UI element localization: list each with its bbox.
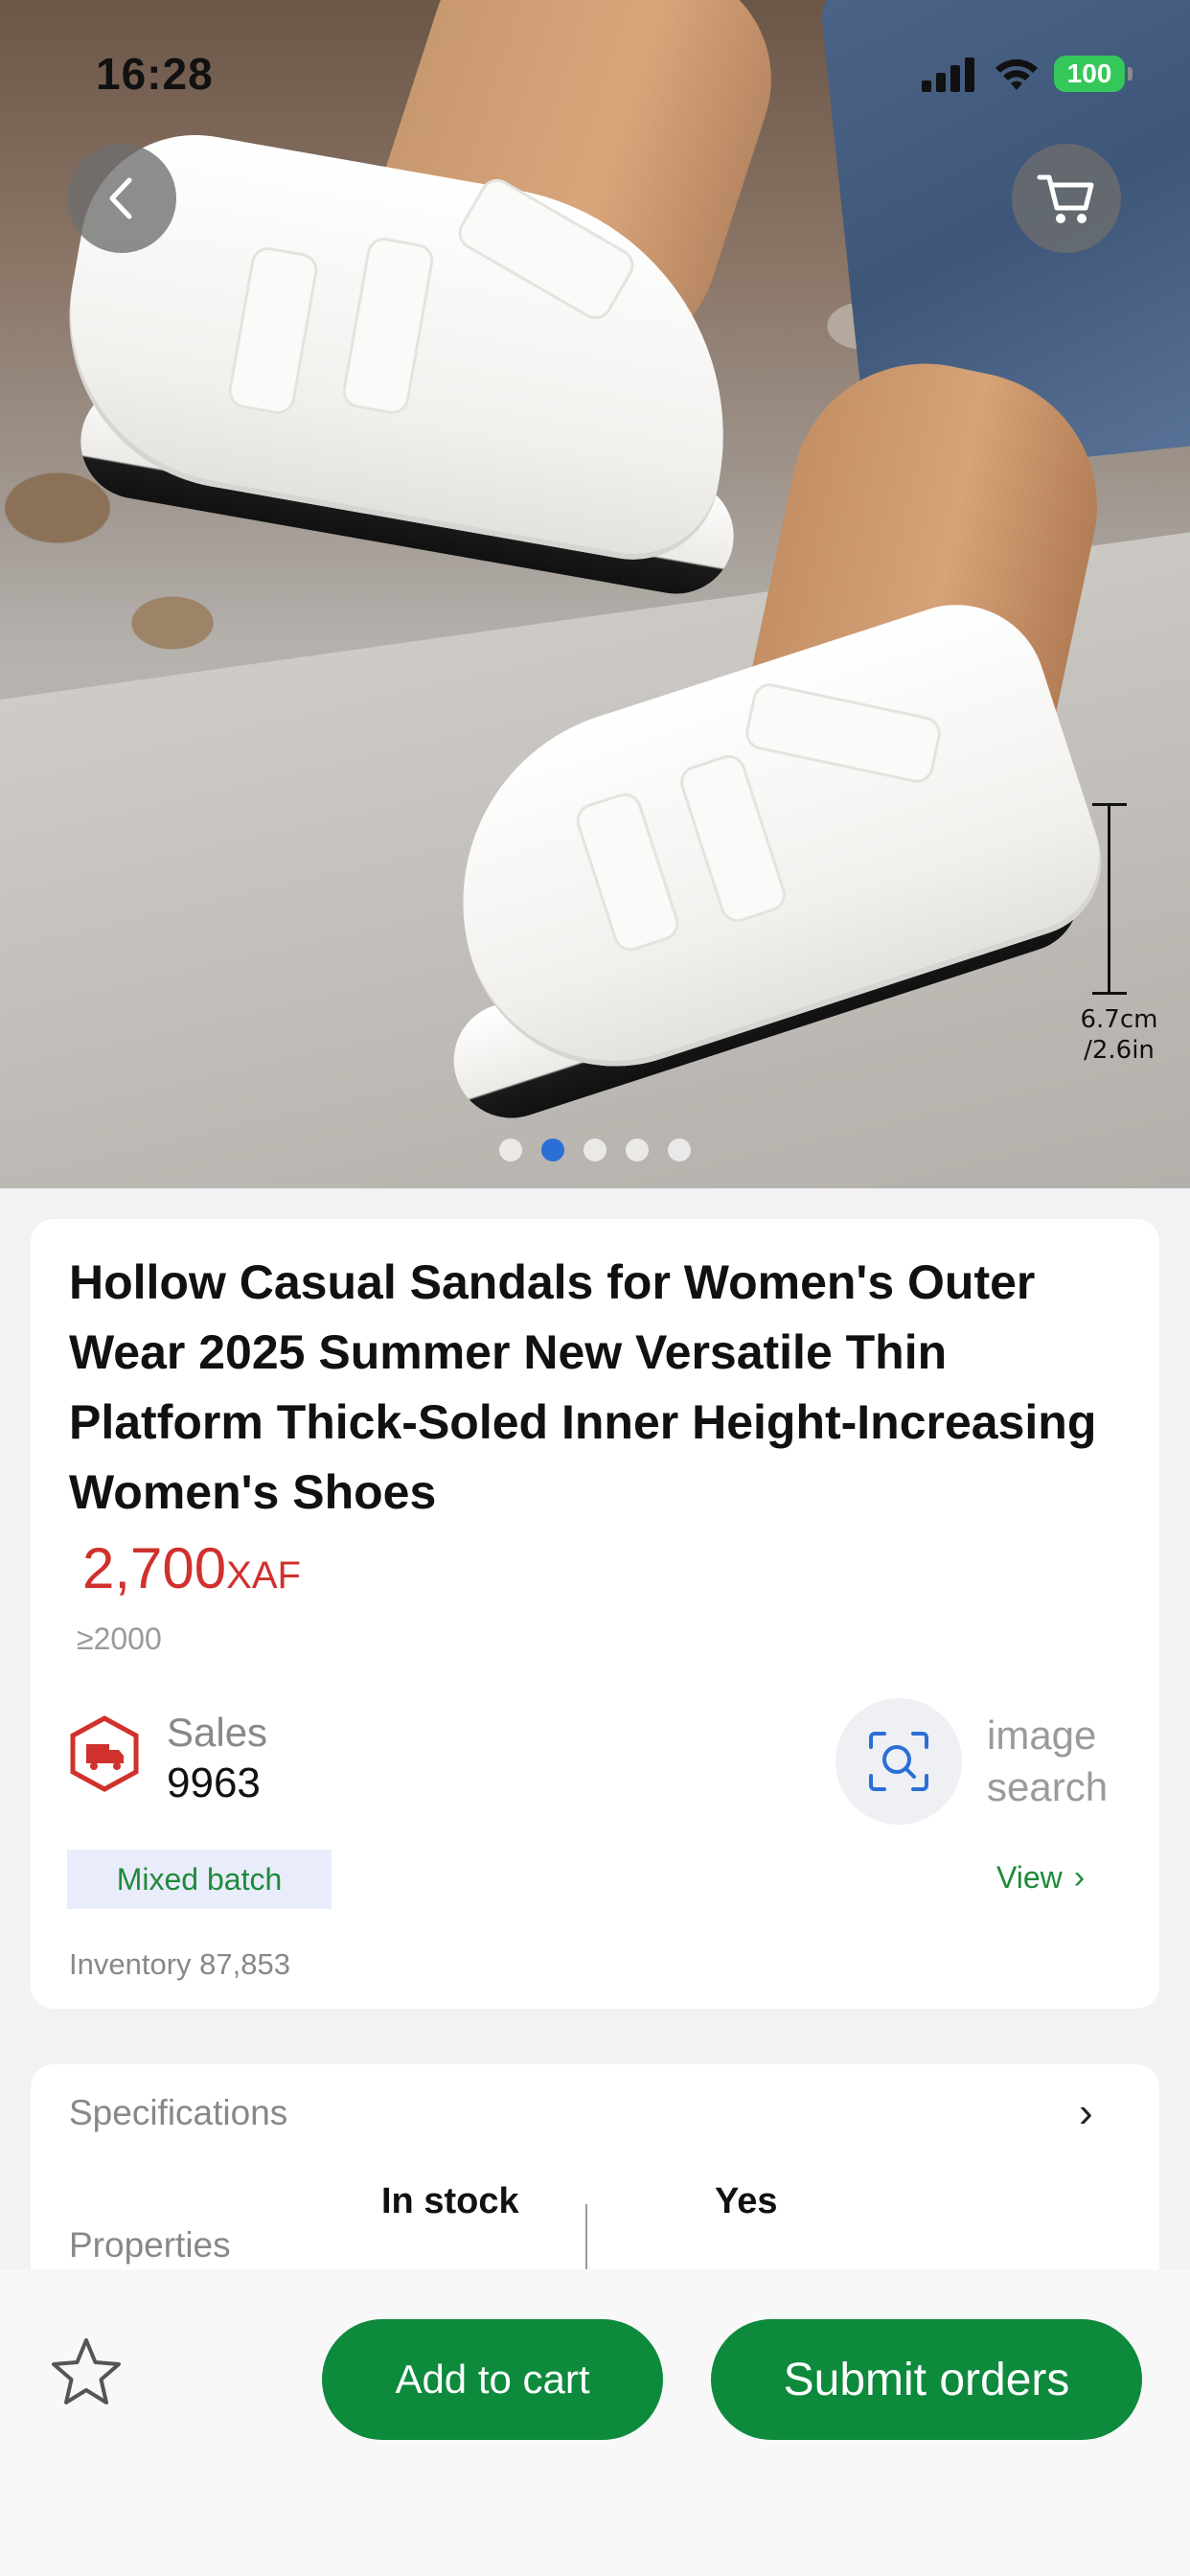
product-image-carousel[interactable]: 6.7cm /2.6in	[0, 0, 1190, 1188]
bottom-action-bar: Add to cart Submit orders	[0, 2269, 1190, 2576]
specifications-card[interactable]: Specifications › In stock Yes Properties	[31, 2064, 1159, 2281]
mixed-batch-badge: Mixed batch	[67, 1850, 332, 1909]
carousel-indicator	[0, 1138, 1190, 1162]
image-search-label[interactable]: image search	[987, 1710, 1108, 1813]
back-button[interactable]	[67, 144, 176, 253]
specifications-label: Specifications	[69, 2093, 288, 2132]
chevron-right-icon[interactable]: ›	[1079, 2089, 1093, 2137]
price-currency: XAF	[226, 1554, 301, 1597]
product-info-card: Hollow Casual Sandals for Women's Outer …	[31, 1219, 1159, 2009]
add-to-cart-button[interactable]: Add to cart	[322, 2319, 663, 2440]
sales-value: 9963	[167, 1760, 261, 1806]
carousel-dot[interactable]	[499, 1138, 522, 1162]
height-measure-marker	[1092, 803, 1127, 995]
wifi-icon	[995, 58, 1038, 90]
cart-button[interactable]	[1012, 144, 1121, 253]
carousel-dot[interactable]	[584, 1138, 606, 1162]
carousel-dot[interactable]	[541, 1138, 564, 1162]
view-link[interactable]: View ›	[996, 1859, 1085, 1897]
product-price: 2,700XAF	[82, 1535, 301, 1601]
cellular-signal-icon	[922, 56, 975, 92]
sales-icon	[70, 1715, 139, 1792]
height-measure-label: 6.7cm /2.6in	[1080, 1005, 1158, 1065]
chevron-right-icon: ›	[1073, 1859, 1086, 1896]
sales-label: Sales	[167, 1710, 268, 1755]
chevron-left-icon	[109, 177, 132, 219]
battery-indicator: 100	[1054, 56, 1133, 92]
view-link-label: View	[996, 1860, 1063, 1895]
image-search-icon	[869, 1732, 928, 1791]
product-title: Hollow Casual Sandals for Women's Outer …	[69, 1255, 1097, 1519]
properties-label: Properties	[69, 2225, 231, 2265]
status-time: 16:28	[96, 49, 214, 99]
image-search-button[interactable]	[835, 1698, 962, 1825]
carousel-dot[interactable]	[668, 1138, 691, 1162]
spec-column-value: Yes	[715, 2181, 778, 2221]
spec-column-in-stock: In stock	[381, 2181, 519, 2221]
favorite-star-icon[interactable]	[48, 2334, 125, 2411]
submit-orders-button[interactable]: Submit orders	[711, 2319, 1142, 2440]
inventory-count: Inventory 87,853	[69, 1947, 290, 1981]
price-amount: 2,700	[82, 1536, 227, 1600]
minimum-order-quantity: ≥2000	[77, 1622, 162, 1656]
cart-icon	[1037, 174, 1094, 223]
carousel-dot[interactable]	[626, 1138, 649, 1162]
